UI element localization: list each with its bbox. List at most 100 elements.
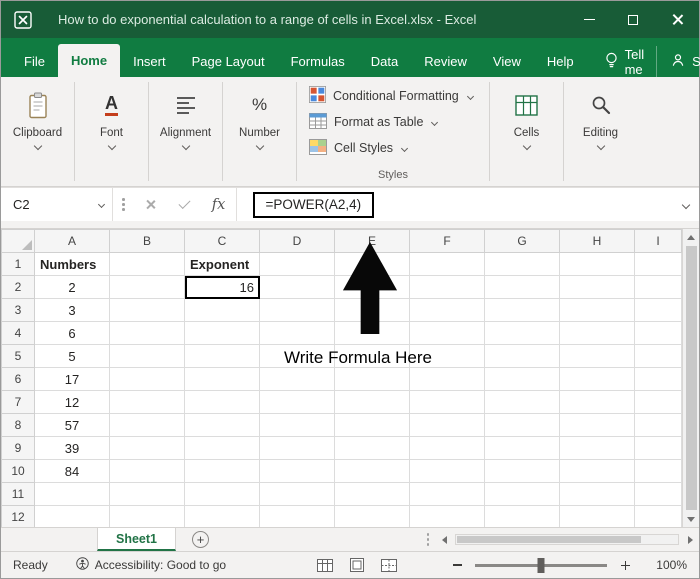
cell-I10[interactable]: [634, 459, 682, 483]
name-box-dropdown-icon[interactable]: [97, 200, 106, 209]
cell-I2[interactable]: [634, 275, 682, 299]
cell-A7[interactable]: 12: [34, 390, 110, 414]
cell-I1[interactable]: [634, 252, 682, 276]
scroll-down-button[interactable]: [683, 511, 699, 527]
cell-I11[interactable]: [634, 482, 682, 506]
accessibility-status-button[interactable]: Accessibility: Good to go: [75, 557, 226, 573]
column-header-C[interactable]: C: [184, 229, 260, 253]
cell-E12[interactable]: [334, 505, 410, 527]
cell-B8[interactable]: [109, 413, 185, 437]
cell-H7[interactable]: [559, 390, 635, 414]
cell-I6[interactable]: [634, 367, 682, 391]
cell-E7[interactable]: [334, 390, 410, 414]
tab-scroll-divider[interactable]: [426, 533, 429, 546]
cell-F4[interactable]: [409, 321, 485, 345]
column-header-A[interactable]: A: [34, 229, 110, 253]
cell-H12[interactable]: [559, 505, 635, 527]
alignment-group-button[interactable]: Alignment: [149, 77, 222, 186]
clipboard-group-button[interactable]: Clipboard: [1, 77, 74, 186]
share-button[interactable]: Share: [656, 46, 700, 77]
vertical-scrollbar[interactable]: [682, 229, 699, 527]
cell-A10[interactable]: 84: [34, 459, 110, 483]
close-button[interactable]: [655, 1, 699, 38]
cell-F7[interactable]: [409, 390, 485, 414]
scroll-up-button[interactable]: [683, 229, 699, 245]
page-break-view-button[interactable]: [377, 555, 401, 575]
cell-H11[interactable]: [559, 482, 635, 506]
cancel-button[interactable]: [134, 188, 168, 221]
cell-B11[interactable]: [109, 482, 185, 506]
cell-H3[interactable]: [559, 298, 635, 322]
cell-D3[interactable]: [259, 298, 335, 322]
page-layout-view-button[interactable]: [345, 555, 369, 575]
cell-A11[interactable]: [34, 482, 110, 506]
cell-G8[interactable]: [484, 413, 560, 437]
scroll-left-button[interactable]: [435, 535, 453, 544]
cell-A1[interactable]: Numbers: [34, 252, 110, 276]
normal-view-button[interactable]: [313, 555, 337, 575]
cell-F12[interactable]: [409, 505, 485, 527]
tab-home[interactable]: Home: [57, 44, 121, 77]
cell-E8[interactable]: [334, 413, 410, 437]
row-header-5[interactable]: 5: [1, 344, 35, 368]
cell-G4[interactable]: [484, 321, 560, 345]
cell-B12[interactable]: [109, 505, 185, 527]
select-all-button[interactable]: [1, 229, 35, 253]
zoom-slider[interactable]: [475, 557, 607, 573]
zoom-slider-thumb[interactable]: [537, 557, 545, 573]
formula-bar-expand-button[interactable]: [673, 200, 699, 209]
cell-A2[interactable]: 2: [34, 275, 110, 299]
cell-B5[interactable]: [109, 344, 185, 368]
zoom-out-button[interactable]: [447, 555, 467, 575]
format-as-table-button[interactable]: Format as Table: [309, 109, 439, 135]
cell-G11[interactable]: [484, 482, 560, 506]
cell-I7[interactable]: [634, 390, 682, 414]
cell-F1[interactable]: [409, 252, 485, 276]
cell-G7[interactable]: [484, 390, 560, 414]
cell-I12[interactable]: [634, 505, 682, 527]
cell-I3[interactable]: [634, 298, 682, 322]
column-header-H[interactable]: H: [559, 229, 635, 253]
cell-D7[interactable]: [259, 390, 335, 414]
cell-A9[interactable]: 39: [34, 436, 110, 460]
cell-C12[interactable]: [184, 505, 260, 527]
row-header-12[interactable]: 12: [1, 505, 35, 527]
tab-view[interactable]: View: [480, 46, 534, 77]
cell-C8[interactable]: [184, 413, 260, 437]
cell-H1[interactable]: [559, 252, 635, 276]
row-header-8[interactable]: 8: [1, 413, 35, 437]
name-box[interactable]: C2: [1, 188, 113, 221]
cell-G5[interactable]: [484, 344, 560, 368]
cell-C4[interactable]: [184, 321, 260, 345]
row-header-3[interactable]: 3: [1, 298, 35, 322]
cell-E6[interactable]: [334, 367, 410, 391]
cells-group-button[interactable]: Cells: [490, 77, 563, 186]
cell-G12[interactable]: [484, 505, 560, 527]
cell-H6[interactable]: [559, 367, 635, 391]
zoom-level[interactable]: 100%: [641, 558, 687, 572]
cell-A3[interactable]: 3: [34, 298, 110, 322]
tab-help[interactable]: Help: [534, 46, 587, 77]
row-header-6[interactable]: 6: [1, 367, 35, 391]
cell-F10[interactable]: [409, 459, 485, 483]
minimize-button[interactable]: [567, 1, 611, 38]
cell-D8[interactable]: [259, 413, 335, 437]
zoom-in-button[interactable]: [615, 555, 635, 575]
cell-H4[interactable]: [559, 321, 635, 345]
cell-H8[interactable]: [559, 413, 635, 437]
cell-E11[interactable]: [334, 482, 410, 506]
cell-D10[interactable]: [259, 459, 335, 483]
cell-G2[interactable]: [484, 275, 560, 299]
cell-B6[interactable]: [109, 367, 185, 391]
enter-button[interactable]: [168, 188, 202, 221]
row-header-1[interactable]: 1: [1, 252, 35, 276]
cell-C2[interactable]: 16: [184, 275, 260, 299]
cell-E10[interactable]: [334, 459, 410, 483]
cell-C5[interactable]: [184, 344, 260, 368]
column-header-I[interactable]: I: [634, 229, 682, 253]
cell-B10[interactable]: [109, 459, 185, 483]
cell-B4[interactable]: [109, 321, 185, 345]
cell-I4[interactable]: [634, 321, 682, 345]
cell-B9[interactable]: [109, 436, 185, 460]
row-header-10[interactable]: 10: [1, 459, 35, 483]
